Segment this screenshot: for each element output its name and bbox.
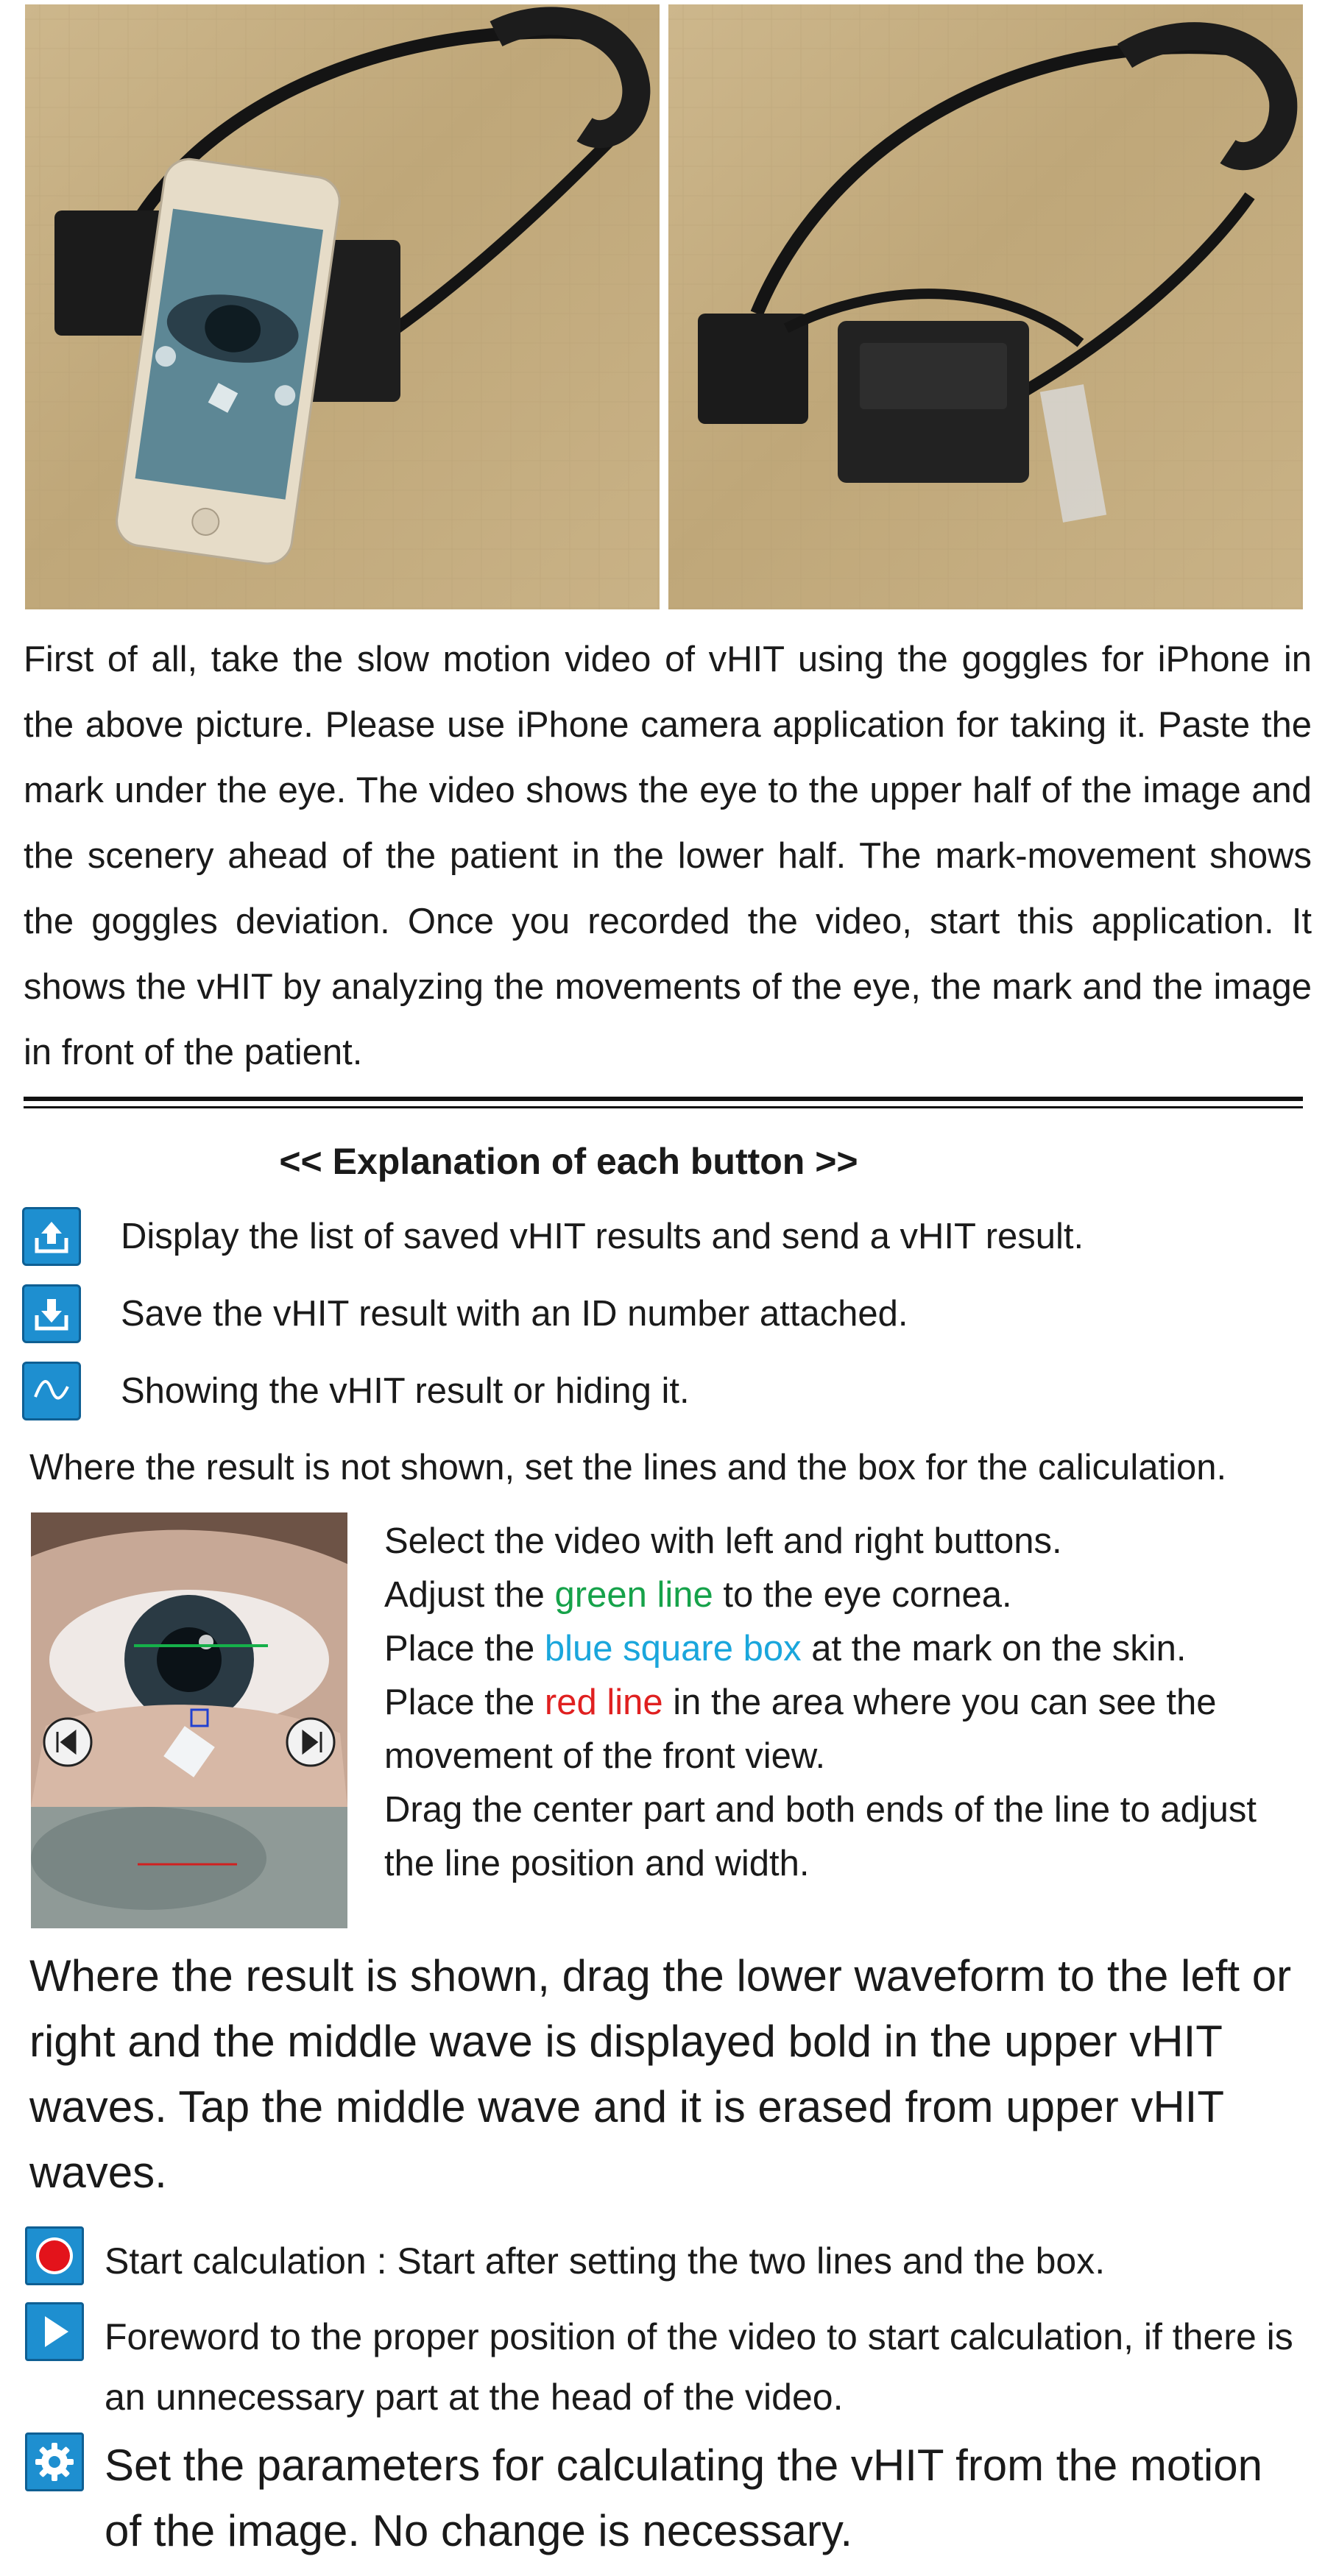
red-line-label: red line <box>544 1682 663 1722</box>
step-blue-box: Place the blue square box at the mark on… <box>384 1622 1312 1676</box>
intro-paragraph: First of all, take the slow motion video… <box>24 640 1312 1072</box>
step-drag-line: Drag the center part and both ends of th… <box>384 1790 1257 1883</box>
upload-button-description: Display the list of saved vHIT results a… <box>121 1217 1084 1256</box>
play-icon[interactable] <box>25 2302 84 2361</box>
divider-line <box>24 1097 1303 1101</box>
goggles-without-iphone-photo <box>668 4 1303 609</box>
download-icon[interactable] <box>22 1284 81 1343</box>
setup-steps: Select the video with left and right but… <box>384 1515 1312 1891</box>
eye-setup-screenshot <box>31 1512 347 1928</box>
start-calculation-description: Start calculation : Start after setting … <box>105 2240 1106 2282</box>
wave-icon[interactable] <box>22 1362 81 1420</box>
step-green-line-pre: Adjust the <box>384 1575 555 1615</box>
step-red-line-pre: Place the <box>384 1682 545 1722</box>
goggles-with-iphone-photo <box>25 4 660 609</box>
step-green-line-post: to the eye cornea. <box>713 1575 1012 1615</box>
prev-video-icon[interactable] <box>43 1717 93 1767</box>
step-blue-box-pre: Place the <box>384 1629 545 1669</box>
step-red-line: Place the red line in the area where you… <box>384 1676 1312 1783</box>
result-shown-text: Where the result is shown, drag the lowe… <box>29 1951 1292 2197</box>
gear-icon[interactable] <box>25 2432 84 2491</box>
next-video-icon[interactable] <box>286 1717 336 1767</box>
section-title: << Explanation of each button >> <box>279 1141 858 1182</box>
wave-button-description: Showing the vHIT result or hiding it. <box>121 1371 690 1411</box>
divider-line-thin <box>24 1106 1303 1108</box>
step-select-video: Select the video with left and right but… <box>384 1521 1062 1561</box>
record-icon[interactable] <box>25 2226 84 2285</box>
upload-icon[interactable] <box>22 1207 81 1266</box>
save-button-description: Save the vHIT result with an ID number a… <box>121 1294 908 1334</box>
settings-description: Set the parameters for calculating the v… <box>105 2441 1262 2555</box>
blue-box-label: blue square box <box>544 1629 802 1669</box>
green-line-label: green line <box>554 1575 713 1615</box>
step-blue-box-post: at the mark on the skin. <box>801 1629 1187 1669</box>
step-green-line: Adjust the green line to the eye cornea. <box>384 1568 1312 1622</box>
result-not-shown-text: Where the result is not shown, set the l… <box>29 1448 1227 1487</box>
forward-description: Foreword to the proper position of the v… <box>105 2316 1293 2418</box>
